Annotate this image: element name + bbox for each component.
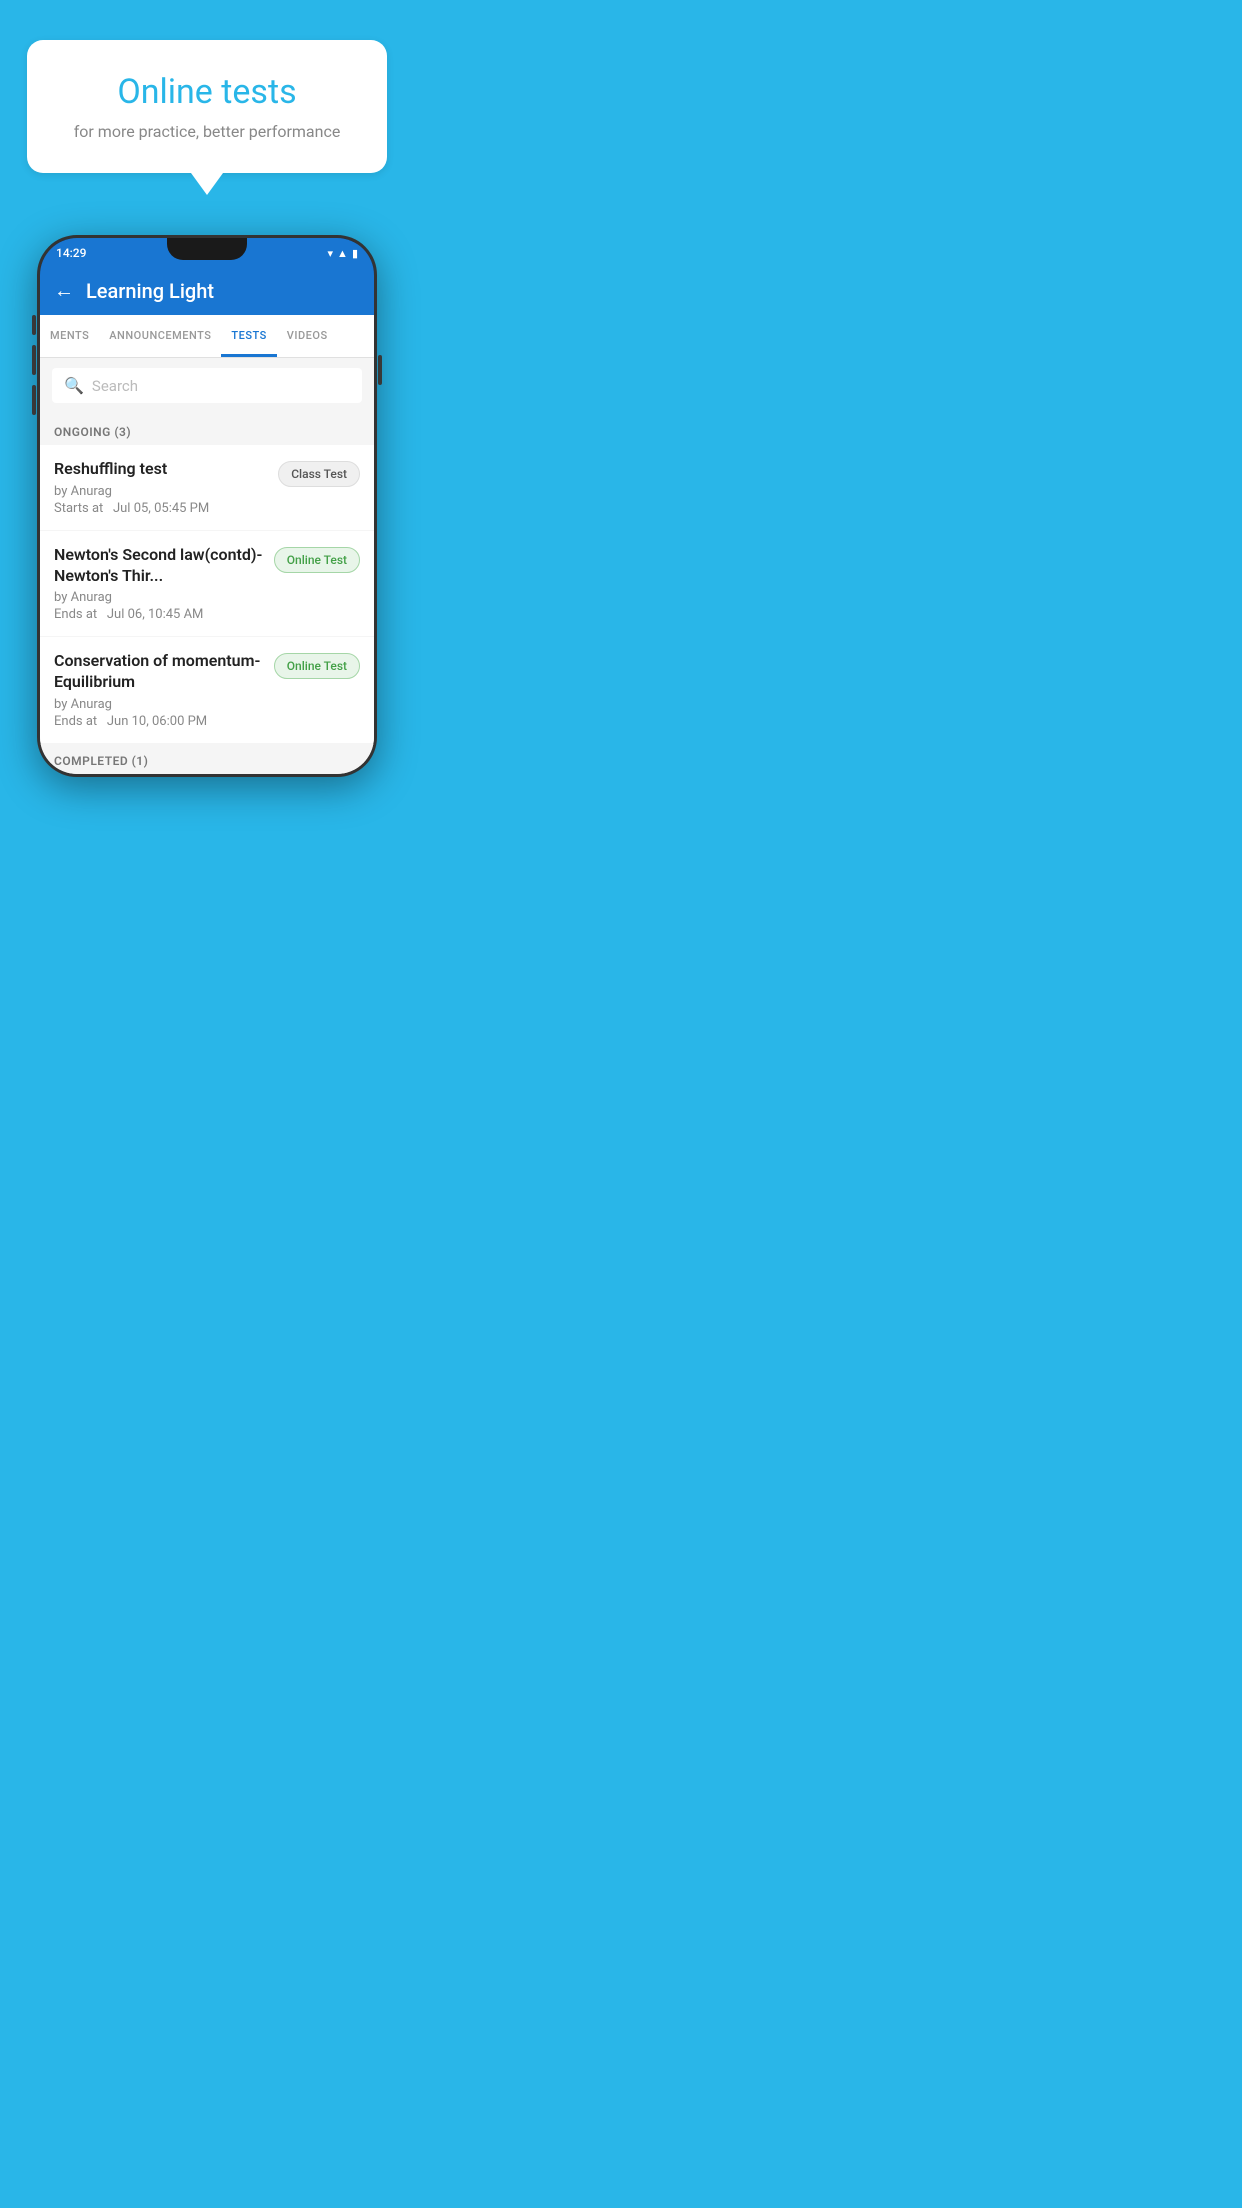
signal-icon: ▲ xyxy=(337,247,348,260)
notch xyxy=(167,238,247,260)
power-button xyxy=(378,355,382,385)
completed-section-header: COMPLETED (1) xyxy=(40,744,374,774)
content-area: ONGOING (3) Reshuffling test by Anurag S… xyxy=(40,413,374,774)
phone-frame: 14:29 ▾ ▲ ▮ ← Learning Light MENTS ANNOU… xyxy=(37,235,377,777)
status-icons: ▾ ▲ ▮ xyxy=(328,247,358,260)
volume-down-button xyxy=(32,385,36,415)
search-container: 🔍 Search xyxy=(40,358,374,413)
tabs-bar: MENTS ANNOUNCEMENTS TESTS VIDEOS xyxy=(40,315,374,358)
promo-subtitle: for more practice, better performance xyxy=(57,122,357,141)
test-item-date: Ends at Jul 06, 10:45 AM xyxy=(54,607,264,622)
date-label: Ends at xyxy=(54,714,97,729)
phone-mockup: 14:29 ▾ ▲ ▮ ← Learning Light MENTS ANNOU… xyxy=(37,235,377,777)
search-bar[interactable]: 🔍 Search xyxy=(52,368,362,403)
app-title: Learning Light xyxy=(86,279,214,303)
date-label: Starts at xyxy=(54,501,103,516)
tab-videos[interactable]: VIDEOS xyxy=(277,315,338,357)
battery-icon: ▮ xyxy=(352,247,358,260)
test-item-by: by Anurag xyxy=(54,590,264,605)
search-placeholder: Search xyxy=(92,377,138,395)
test-item-title: Newton's Second law(contd)-Newton's Thir… xyxy=(54,545,264,587)
test-item[interactable]: Reshuffling test by Anurag Starts at Jul… xyxy=(40,445,374,530)
test-item-info: Conservation of momentum-Equilibrium by … xyxy=(54,651,264,729)
test-item-date: Starts at Jul 05, 05:45 PM xyxy=(54,501,268,516)
test-item[interactable]: Conservation of momentum-Equilibrium by … xyxy=(40,637,374,743)
test-item-info: Newton's Second law(contd)-Newton's Thir… xyxy=(54,545,264,623)
date-value: Jun 10, 06:00 PM xyxy=(107,714,207,729)
ongoing-section-header: ONGOING (3) xyxy=(40,413,374,445)
promo-title: Online tests xyxy=(57,72,357,112)
test-item-title: Reshuffling test xyxy=(54,459,268,480)
date-label: Ends at xyxy=(54,607,97,622)
badge-class-test: Class Test xyxy=(278,461,360,487)
date-value: Jul 05, 05:45 PM xyxy=(113,501,209,516)
status-time: 14:29 xyxy=(56,246,86,260)
wifi-icon: ▾ xyxy=(328,247,334,260)
badge-online-test: Online Test xyxy=(274,653,360,679)
volume-up-button xyxy=(32,345,36,375)
speech-bubble: Online tests for more practice, better p… xyxy=(27,40,387,173)
tab-tests[interactable]: TESTS xyxy=(221,315,276,357)
status-bar: 14:29 ▾ ▲ ▮ xyxy=(40,238,374,266)
date-value: Jul 06, 10:45 AM xyxy=(107,607,204,622)
test-item[interactable]: Newton's Second law(contd)-Newton's Thir… xyxy=(40,531,374,637)
tab-assignments[interactable]: MENTS xyxy=(40,315,99,357)
search-icon: 🔍 xyxy=(64,376,84,395)
promo-section: Online tests for more practice, better p… xyxy=(27,40,387,195)
test-item-title: Conservation of momentum-Equilibrium xyxy=(54,651,264,693)
test-item-info: Reshuffling test by Anurag Starts at Jul… xyxy=(54,459,268,516)
back-button[interactable]: ← xyxy=(54,278,74,303)
test-item-by: by Anurag xyxy=(54,697,264,712)
test-item-date: Ends at Jun 10, 06:00 PM xyxy=(54,714,264,729)
mute-button xyxy=(32,315,36,335)
bubble-arrow xyxy=(191,173,223,195)
badge-online-test: Online Test xyxy=(274,547,360,573)
app-header: ← Learning Light xyxy=(40,266,374,315)
tab-announcements[interactable]: ANNOUNCEMENTS xyxy=(99,315,221,357)
test-item-by: by Anurag xyxy=(54,484,268,499)
